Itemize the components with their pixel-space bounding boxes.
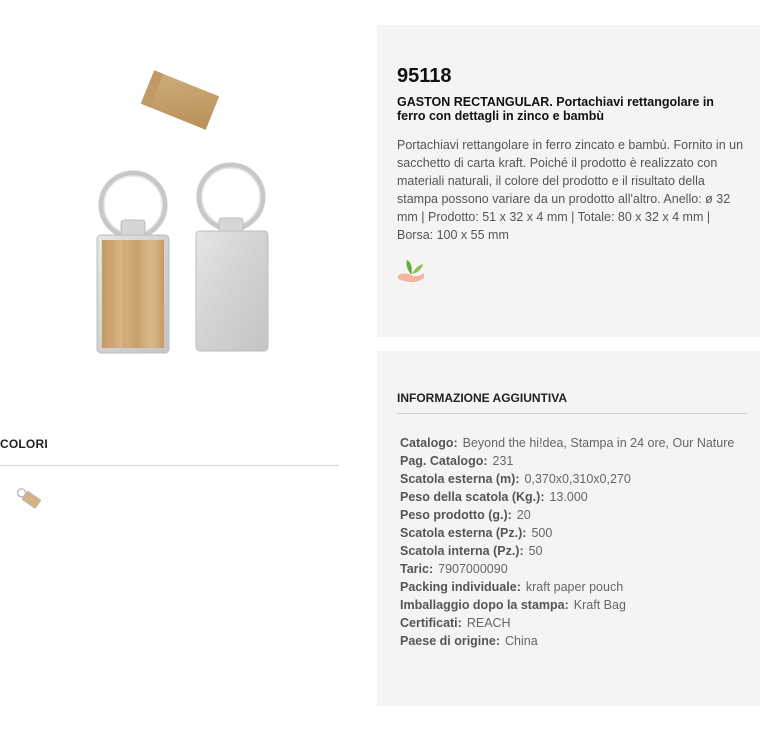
product-description: Portachiavi rettangolare in ferro zincat…: [397, 138, 744, 242]
info-value: 50: [528, 544, 543, 558]
info-label: Scatola interna (Pz.):: [400, 544, 524, 558]
info-label: Paese di origine:: [400, 634, 501, 648]
info-row: Scatola esterna (Pz.): 500: [397, 524, 742, 542]
info-label: Peso della scatola (Kg.):: [400, 490, 545, 504]
product-image[interactable]: [0, 25, 340, 395]
info-label: Catalogo:: [400, 436, 458, 450]
info-label: Imballaggio dopo la stampa:: [400, 598, 569, 612]
additional-info-divider: [397, 413, 747, 414]
info-row: Peso prodotto (g.): 20: [397, 506, 742, 524]
info-value: kraft paper pouch: [525, 580, 624, 594]
additional-info-panel: INFORMAZIONE AGGIUNTIVA Catalogo: Beyond …: [377, 351, 760, 706]
info-row: Scatola esterna (m): 0,370x0,310x0,270: [397, 470, 742, 488]
info-value: China: [505, 634, 538, 648]
info-row: Imballaggio dopo la stampa: Kraft Bag: [397, 596, 742, 614]
info-row: Paese di origine: China: [397, 632, 742, 650]
colors-title: COLORI: [0, 437, 48, 451]
info-label: Packing individuale:: [400, 580, 521, 594]
leaf-hand-icon: [395, 253, 427, 285]
info-value: Kraft Bag: [573, 598, 626, 612]
info-label: Scatola esterna (m):: [400, 472, 520, 486]
info-row: Taric: 7907000090: [397, 560, 742, 578]
info-row: Peso della scatola (Kg.): 13.000: [397, 488, 742, 506]
info-value: 13.000: [549, 490, 588, 504]
info-row: Pag. Catalogo: 231: [397, 452, 742, 470]
info-value: 231: [492, 454, 514, 468]
info-label: Certificati:: [400, 616, 462, 630]
info-label: Scatola esterna (Pz.):: [400, 526, 527, 540]
product-title: GASTON RECTANGULAR. Portachiavi rettango…: [397, 95, 714, 123]
info-value: 20: [516, 508, 531, 522]
info-value: 0,370x0,310x0,270: [524, 472, 631, 486]
info-value: Beyond the hi!dea, Stampa in 24 ore, Our…: [462, 436, 735, 450]
info-value: 500: [531, 526, 553, 540]
info-row: Certificati: REACH: [397, 614, 742, 632]
product-summary-panel: 95118 GASTON RECTANGULAR. Portachiavi re…: [377, 25, 760, 337]
info-label: Pag. Catalogo:: [400, 454, 488, 468]
info-value: REACH: [466, 616, 511, 630]
additional-info-title: INFORMAZIONE AGGIUNTIVA: [397, 391, 567, 405]
info-label: Peso prodotto (g.):: [400, 508, 512, 522]
info-row: Packing individuale: kraft paper pouch: [397, 578, 742, 596]
color-swatch-natural[interactable]: [14, 485, 44, 511]
additional-info-list: Catalogo: Beyond the hi!dea, Stampa in 24…: [397, 434, 742, 650]
info-row: Catalogo: Beyond the hi!dea, Stampa in 24…: [397, 434, 742, 452]
product-sku: 95118: [397, 65, 452, 87]
info-value: 7907000090: [438, 562, 508, 576]
colors-divider: [0, 465, 339, 466]
info-row: Scatola interna (Pz.): 50: [397, 542, 742, 560]
info-label: Taric:: [400, 562, 434, 576]
